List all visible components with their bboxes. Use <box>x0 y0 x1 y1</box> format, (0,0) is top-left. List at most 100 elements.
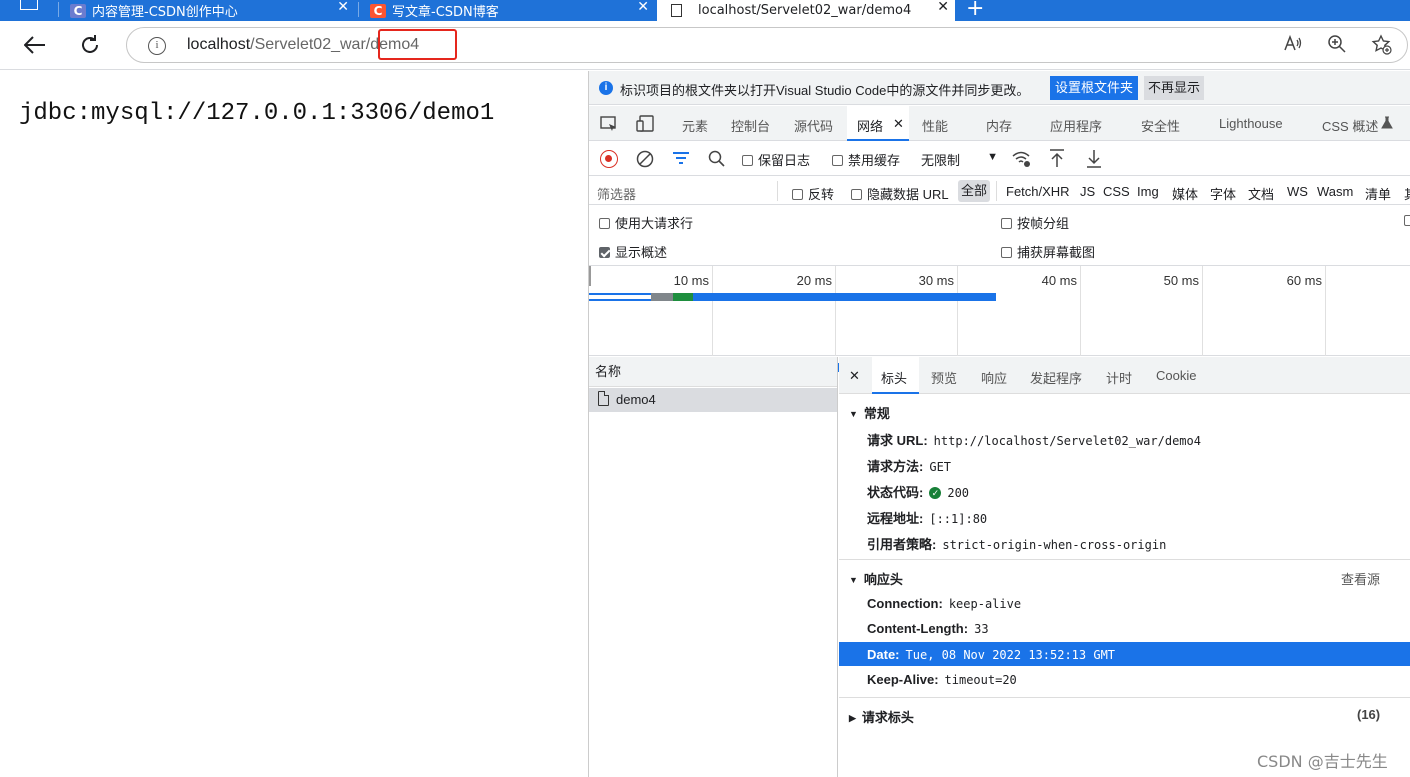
export-har-icon[interactable] <box>1086 149 1102 171</box>
general-section-header[interactable]: ▼ 常规 <box>849 403 890 422</box>
disable-cache-checkbox[interactable]: 禁用缓存 <box>832 150 900 169</box>
name-column-header[interactable]: 名称 <box>589 357 837 387</box>
search-icon[interactable] <box>708 150 725 170</box>
tab-network[interactable]: 网络 <box>857 116 883 135</box>
record-button[interactable] <box>600 150 618 168</box>
tab-memory[interactable]: 内存 <box>986 116 1012 135</box>
inspect-element-icon[interactable] <box>600 115 618 136</box>
filter-other[interactable]: 其 <box>1404 184 1410 203</box>
request-headers-section-header[interactable]: ▶ 请求标头 <box>849 707 914 726</box>
browser-tab-active[interactable]: localhost/Servelet02_war/demo4 ✕ <box>657 0 955 21</box>
document-icon <box>598 391 609 406</box>
record-icon <box>605 155 612 162</box>
tab-divider <box>58 2 59 17</box>
back-button[interactable] <box>21 31 49 59</box>
remote-address-row: 远程地址: [::1]:80 <box>867 508 987 527</box>
filter-font[interactable]: 字体 <box>1210 184 1236 203</box>
tab-performance[interactable]: 性能 <box>922 116 948 135</box>
header-name: Content-Length: <box>867 621 969 636</box>
tab-timing[interactable]: 计时 <box>1106 368 1132 387</box>
response-header-row: Keep-Alive: timeout=20 <box>867 672 1017 687</box>
browser-tab[interactable]: C 写文章-CSDN博客 ✕ <box>370 0 655 21</box>
capture-screenshots-checkbox[interactable]: 捕获屏幕截图 <box>1001 242 1095 261</box>
tab-response[interactable]: 响应 <box>981 368 1007 387</box>
request-url-label: 请求 URL: <box>867 433 928 448</box>
close-tab-icon[interactable]: ✕ <box>937 0 949 14</box>
browser-tab[interactable]: C 内容管理-CSDN创作中心 ✕ <box>70 0 355 21</box>
filter-js[interactable]: JS <box>1080 184 1095 199</box>
throttling-select[interactable]: 无限制 ▼ <box>921 150 998 169</box>
filter-wasm[interactable]: Wasm <box>1317 184 1353 199</box>
tab-initiator[interactable]: 发起程序 <box>1030 368 1082 387</box>
grid-line <box>1325 266 1326 356</box>
site-info-icon[interactable]: i <box>148 37 166 55</box>
extra-option-checkbox[interactable] <box>1404 213 1410 228</box>
read-aloud-icon[interactable] <box>1283 34 1303 59</box>
favorite-star-icon[interactable] <box>1371 34 1393 61</box>
import-har-icon[interactable] <box>1049 149 1065 171</box>
tab-headers[interactable]: 标头 <box>881 368 907 387</box>
request-method-value: GET <box>929 460 952 474</box>
address-bar[interactable]: i localhost/Servelet02_war/demo4 <box>126 27 1408 63</box>
close-detail-icon[interactable]: ✕ <box>849 368 860 384</box>
filter-all-button[interactable]: 全部 <box>958 180 991 202</box>
group-by-frame-checkbox[interactable]: 按帧分组 <box>1001 213 1069 232</box>
filter-css[interactable]: CSS <box>1103 184 1130 199</box>
grid-line <box>1202 266 1203 356</box>
set-root-folder-button[interactable]: 设置根文件夹 <box>1050 76 1139 100</box>
tab-sources[interactable]: 源代码 <box>794 116 833 135</box>
large-rows-label: 使用大请求行 <box>615 216 694 231</box>
clear-button[interactable] <box>636 150 654 171</box>
watermark: CSDN @吉士先生 <box>1257 752 1388 771</box>
response-header-row: Connection: keep-alive <box>867 596 1021 611</box>
filter-doc[interactable]: 文档 <box>1248 184 1274 203</box>
tab-security[interactable]: 安全性 <box>1141 116 1180 135</box>
tab-preview[interactable]: 预览 <box>931 368 957 387</box>
preserve-log-checkbox[interactable]: 保留日志 <box>742 150 810 169</box>
filter-icon[interactable] <box>673 152 689 169</box>
tab-divider <box>358 2 359 17</box>
filter-img[interactable]: Img <box>1137 184 1159 199</box>
tab-lighthouse[interactable]: Lighthouse <box>1219 116 1283 131</box>
filter-ws[interactable]: WS <box>1287 184 1308 199</box>
tab-title: 内容管理-CSDN创作中心 <box>92 5 238 20</box>
tab-application[interactable]: 应用程序 <box>1050 116 1102 135</box>
tab-css-overview[interactable]: CSS 概述 <box>1322 116 1378 135</box>
timeline-start-handle[interactable] <box>589 266 591 286</box>
response-headers-section-header[interactable]: ▼ 响应头 <box>849 569 903 588</box>
header-value: 33 <box>974 622 989 636</box>
filter-input[interactable]: 筛选器 <box>597 184 636 203</box>
filter-media[interactable]: 媒体 <box>1172 184 1198 203</box>
timeline-tick-label: 20 ms <box>796 273 832 288</box>
grid-line <box>712 266 713 356</box>
flask-icon <box>1381 116 1393 132</box>
sidebar-toggle-icon[interactable] <box>20 0 38 10</box>
new-tab-button[interactable]: + <box>966 0 984 21</box>
grid-line <box>957 266 958 356</box>
request-row[interactable]: demo4 <box>589 388 837 412</box>
filter-manifest[interactable]: 清单 <box>1365 184 1391 203</box>
view-source-link[interactable]: 查看源 <box>1341 569 1380 588</box>
close-tab-icon[interactable]: ✕ <box>637 0 649 14</box>
reload-button[interactable] <box>76 31 104 59</box>
close-tab-icon[interactable]: ✕ <box>337 0 349 14</box>
large-rows-checkbox[interactable]: 使用大请求行 <box>599 213 693 232</box>
header-name: Keep-Alive: <box>867 672 939 687</box>
devtools-infobar: i 标识项目的根文件夹以打开Visual Studio Code中的源文件并同步… <box>589 71 1410 105</box>
tab-elements[interactable]: 元素 <box>682 116 708 135</box>
tab-console[interactable]: 控制台 <box>731 116 770 135</box>
tab-cookie[interactable]: Cookie <box>1156 368 1196 383</box>
dont-show-again-button[interactable]: 不再显示 <box>1144 76 1205 100</box>
network-overview-timeline[interactable]: 10 ms 20 ms 30 ms 40 ms 50 ms 60 ms <box>589 266 1410 372</box>
show-overview-checkbox[interactable]: 显示概述 <box>599 242 667 261</box>
filter-fetch-xhr[interactable]: Fetch/XHR <box>1006 184 1070 199</box>
zoom-icon[interactable] <box>1327 34 1347 59</box>
status-code-row: 状态代码: ✓ 200 <box>867 482 969 501</box>
close-network-tab-icon[interactable]: ✕ <box>893 116 904 132</box>
device-toolbar-icon[interactable] <box>636 115 654 136</box>
network-conditions-icon[interactable] <box>1012 150 1032 171</box>
invert-checkbox[interactable]: 反转 <box>792 184 834 203</box>
hide-data-urls-checkbox[interactable]: 隐藏数据 URL <box>851 184 949 203</box>
request-url-value: http://localhost/Servelet02_war/demo4 <box>933 434 1201 448</box>
referrer-policy-row: 引用者策略: strict-origin-when-cross-origin <box>867 534 1166 553</box>
